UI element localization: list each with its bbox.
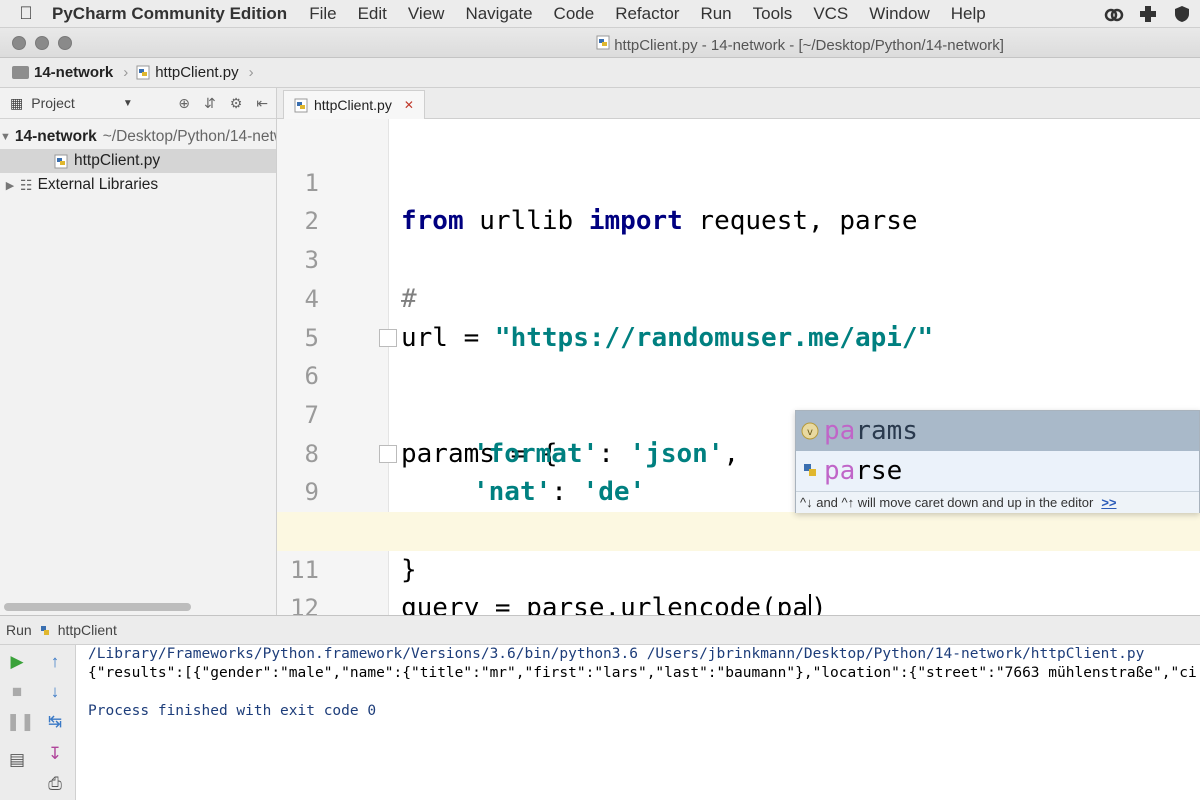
menu-edit[interactable]: Edit <box>358 4 387 24</box>
variable-icon: v <box>801 422 819 440</box>
completion-hint: ^↓ and ^↑ will move caret down and up in… <box>796 491 1199 513</box>
menubar:  PyCharm Community Edition File Edit Vi… <box>0 0 1200 28</box>
hint-more-link[interactable]: >> <box>1101 495 1116 510</box>
chevron-down-icon[interactable]: ▼ <box>123 98 133 109</box>
python-file-icon <box>136 65 150 80</box>
breadcrumb-separator: › <box>123 64 129 81</box>
fold-marker[interactable] <box>379 328 397 347</box>
tree-item-project-root[interactable]: ▼ 14-network ~/Desktop/Python/14-network <box>0 125 276 149</box>
run-console[interactable]: /Library/Frameworks/Python.framework/Ver… <box>76 645 1200 800</box>
stop-icon[interactable]: ■ <box>6 681 28 703</box>
code-line[interactable]: 6 params = { <box>277 319 1200 469</box>
creative-cloud-icon[interactable] <box>1104 4 1124 24</box>
breadcrumb: 14-network › httpClient.py › <box>0 58 1200 88</box>
python-file-icon <box>596 35 610 50</box>
code-line[interactable]: 7 'format': 'json', <box>277 357 1200 469</box>
menu-file[interactable]: File <box>309 4 336 24</box>
library-icon: ☷ <box>20 176 33 193</box>
breadcrumb-file[interactable]: httpClient.py <box>136 64 239 81</box>
fold-marker[interactable] <box>379 444 397 463</box>
project-view-selector[interactable]: Project <box>31 95 75 111</box>
folder-icon <box>12 66 29 79</box>
breadcrumb-separator: › <box>248 64 254 81</box>
code-line[interactable]: 3 # <box>277 202 1200 314</box>
chevron-right-icon[interactable]: ▶ <box>0 179 20 192</box>
menu-tools[interactable]: Tools <box>753 4 793 24</box>
run-config-name[interactable]: httpClient <box>58 622 117 638</box>
completion-item-params[interactable]: v pa rams <box>796 411 1199 451</box>
plugin-icon[interactable] <box>1138 4 1158 24</box>
menu-refactor[interactable]: Refactor <box>615 4 679 24</box>
menu-view[interactable]: View <box>408 4 445 24</box>
horizontal-scrollbar[interactable] <box>4 603 191 611</box>
console-line: {"results":[{"gender":"male","name":{"ti… <box>88 665 1197 681</box>
completion-item-parse[interactable]: pa rse <box>796 451 1199 491</box>
rerun-icon[interactable]: ▶ <box>6 651 28 673</box>
pause-icon[interactable]: ❚❚ <box>6 711 35 733</box>
close-tab-icon[interactable]: ✕ <box>404 98 414 112</box>
window-title: httpClient.py - 14-network - [~/Desktop/… <box>0 35 1200 54</box>
menu-code[interactable]: Code <box>554 4 595 24</box>
completion-popup: v pa rams pa rse ^↓ and ^↑ will move caret… <box>795 410 1200 513</box>
tab-httpclient[interactable]: httpClient.py ✕ <box>283 90 425 119</box>
scroll-to-end-icon[interactable]: ↧ <box>44 743 66 765</box>
svg-text:v: v <box>807 427 813 438</box>
gear-icon[interactable]: ⚙ <box>230 95 243 112</box>
menu-vcs[interactable]: VCS <box>813 4 848 24</box>
project-panel-header: ▦ Project ▼ ⊕ ⇵ ⚙ ⇤ <box>0 88 276 119</box>
window-titlebar: httpClient.py - 14-network - [~/Desktop/… <box>0 28 1200 58</box>
shield-icon[interactable] <box>1172 4 1192 24</box>
menu-window[interactable]: Window <box>869 4 929 24</box>
chevron-down-icon[interactable]: ▼ <box>0 131 11 143</box>
editor-tab-bar: httpClient.py ✕ <box>277 88 1200 119</box>
code-line[interactable]: 2 <box>277 164 1200 235</box>
project-view-icon: ▦ <box>10 94 24 111</box>
code-line[interactable]: 12 <box>277 551 1200 615</box>
arrow-up-icon[interactable]: ↑ <box>44 651 66 673</box>
menu-navigate[interactable]: Navigate <box>465 4 532 24</box>
python-file-icon <box>54 154 68 168</box>
code-line[interactable]: 5 <box>277 280 1200 352</box>
soft-wrap-icon[interactable]: ↹ <box>44 711 66 733</box>
apple-icon[interactable]:  <box>0 3 52 24</box>
menu-help[interactable]: Help <box>951 4 986 24</box>
hide-panel-icon[interactable]: ⇤ <box>256 95 268 112</box>
run-toolbar: ▶ ■ ❚❚ ▤ ↑ ↓ ↹ ↧ ⎙ <box>0 645 76 800</box>
code-line[interactable]: 13 # <box>277 589 1200 615</box>
code-editor[interactable]: 1 from urllib import request, parse 2 3 … <box>277 119 1200 615</box>
collapse-all-icon[interactable]: ⇵ <box>204 95 216 112</box>
project-panel: ▦ Project ▼ ⊕ ⇵ ⚙ ⇤ ▼ 14-network ~/Deskt… <box>0 88 277 615</box>
code-line[interactable]: 4 url = "https://randomuser.me/api/" <box>277 241 1200 353</box>
python-file-icon <box>294 98 308 112</box>
python-file-icon <box>40 625 49 635</box>
console-line: Process finished with exit code 0 <box>88 703 377 719</box>
scroll-from-source-icon[interactable]: ⊕ <box>178 95 190 112</box>
run-panel-header: Run httpClient <box>0 615 1200 645</box>
tree-item-external-libraries[interactable]: ▶ ☷ External Libraries <box>0 173 276 197</box>
tree-item-httpclient[interactable]: httpClient.py <box>0 149 276 173</box>
arrow-down-icon[interactable]: ↓ <box>44 681 66 703</box>
console-line: /Library/Frameworks/Python.framework/Ver… <box>88 646 1145 662</box>
python-module-icon <box>804 464 816 476</box>
print-icon[interactable]: ⎙ <box>44 773 66 795</box>
layout-icon[interactable]: ▤ <box>6 749 28 771</box>
breadcrumb-project[interactable]: 14-network <box>12 64 113 81</box>
app-menu[interactable]: PyCharm Community Edition <box>52 4 287 24</box>
code-line-current[interactable]: 11 query = parse.urlencode(pa) <box>277 512 1200 615</box>
code-line[interactable]: 1 from urllib import request, parse <box>277 125 1200 237</box>
menu-run[interactable]: Run <box>700 4 731 24</box>
run-panel-label[interactable]: Run <box>6 622 32 638</box>
